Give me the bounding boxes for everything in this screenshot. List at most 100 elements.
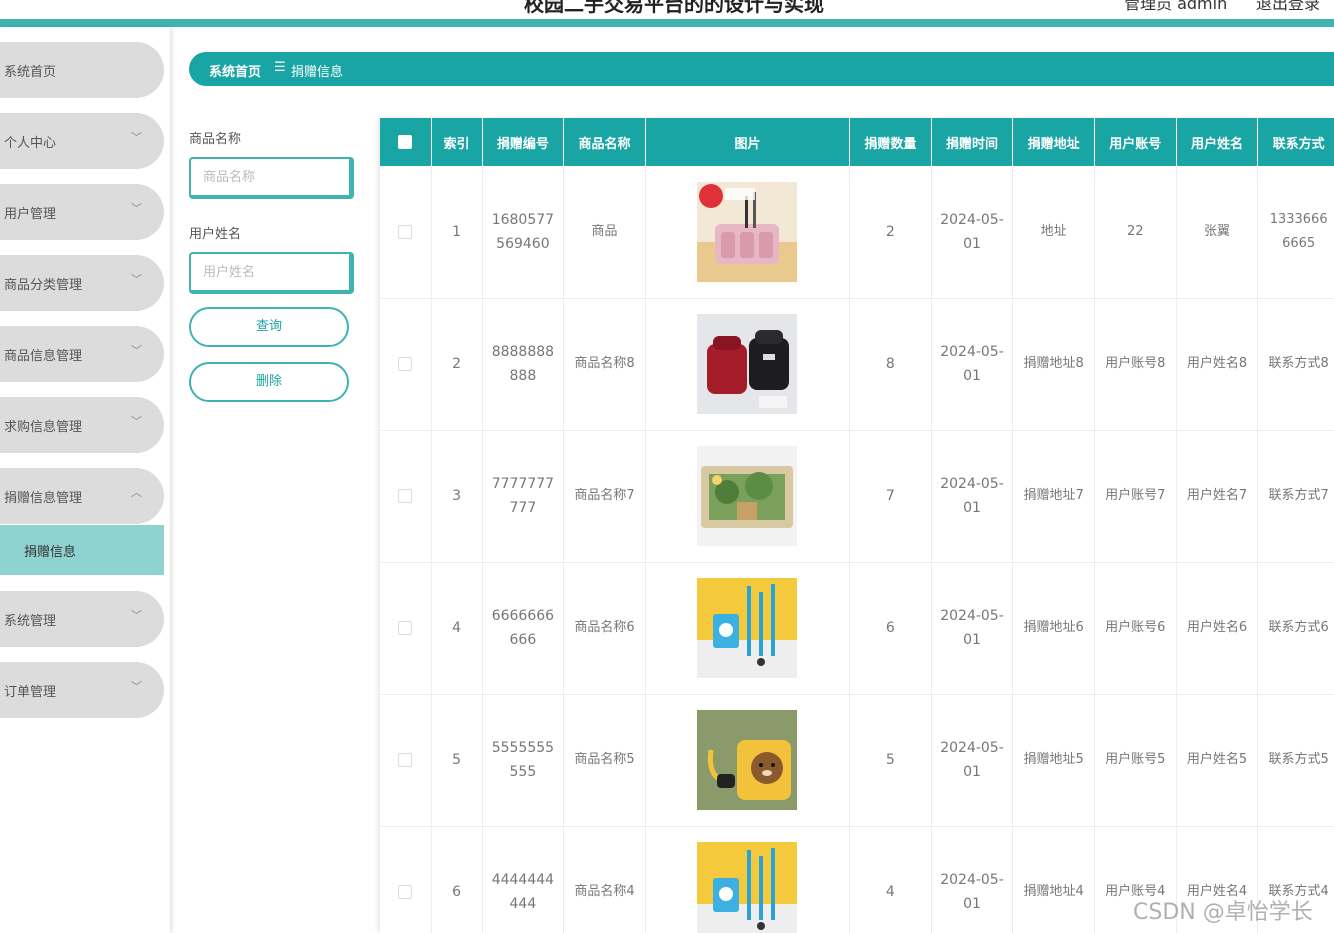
row-checkbox[interactable] <box>380 826 432 933</box>
column-header: 联系方式 <box>1257 118 1334 166</box>
cell-index: 5 <box>431 694 483 827</box>
user-name-label: 用户姓名 <box>189 227 242 242</box>
sidebar-item-home[interactable]: 系统首页 <box>0 42 164 98</box>
cell-product-name: 商品名称8 <box>563 298 646 431</box>
cell-quantity: 4 <box>849 826 932 933</box>
cell-image <box>645 694 851 827</box>
cell-index: 2 <box>431 298 483 431</box>
table-row[interactable]: 4 6666666666 商品名称6 6 2024-05-01 捐赠地址6 用户账号6 用户姓… <box>380 562 1334 695</box>
cell-account: 用户账号6 <box>1094 562 1177 695</box>
cell-product-name: 商品名称7 <box>563 430 646 563</box>
product-thumbnail <box>697 314 798 414</box>
cell-donation-code: 4444444444 <box>482 826 565 933</box>
sidebar-item-donation-management[interactable]: 捐赠信息管理 ︿ <box>0 468 164 524</box>
column-header: 捐赠时间 <box>931 118 1014 166</box>
sidebar-item-order-management[interactable]: 订单管理 ﹀ <box>0 662 164 718</box>
cell-account: 用户账号5 <box>1094 694 1177 827</box>
sidebar-item-label: 订单管理 <box>4 685 57 700</box>
product-name-label: 商品名称 <box>189 132 242 147</box>
row-checkbox[interactable] <box>380 694 432 827</box>
row-checkbox[interactable] <box>380 166 432 299</box>
product-thumbnail <box>697 578 798 678</box>
product-thumbnail <box>697 181 798 282</box>
cell-contact: 联系方式6 <box>1257 562 1334 695</box>
product-thumbnail <box>697 446 798 546</box>
breadcrumb: 系统首页 ☰ 捐赠信息 <box>189 52 1334 86</box>
column-header: 索引 <box>431 118 483 166</box>
sidebar-item-user-management[interactable]: 用户管理 ﹀ <box>0 184 164 240</box>
sidebar-item-label: 系统管理 <box>4 614 57 629</box>
cell-address: 地址 <box>1012 166 1095 299</box>
cell-user-name: 张翼 <box>1176 166 1259 299</box>
cell-image <box>645 298 851 431</box>
sidebar-item-label: 用户管理 <box>4 207 57 222</box>
chevron-down-icon: ﹀ <box>131 415 142 428</box>
cell-donation-code: 6666666666 <box>482 562 565 695</box>
logout-link[interactable]: 退出登录 <box>1256 0 1320 14</box>
cell-index: 3 <box>431 430 483 563</box>
donation-table: 索引 捐赠编号 商品名称 图片 捐赠数量 捐赠时间 捐赠地址 用户账号 用户姓名… <box>380 118 1334 933</box>
sidebar-item-label: 个人中心 <box>4 136 57 151</box>
sidebar-subitem-donation-info[interactable]: 捐赠信息 <box>0 525 164 575</box>
cell-image <box>645 430 851 563</box>
column-header: 图片 <box>645 118 851 166</box>
query-button[interactable]: 查询 <box>189 307 349 347</box>
cell-user-name: 用户姓名7 <box>1176 430 1259 563</box>
sidebar-item-label: 求购信息管理 <box>4 420 83 435</box>
cell-contact: 13336666665 <box>1257 166 1334 299</box>
chevron-down-icon: ﹀ <box>131 609 142 622</box>
column-header: 用户姓名 <box>1176 118 1259 166</box>
user-name-input[interactable] <box>189 252 354 294</box>
row-checkbox[interactable] <box>380 562 432 695</box>
admin-user-label: 管理员 admin <box>1124 0 1228 13</box>
sidebar-item-product-management[interactable]: 商品信息管理 ﹀ <box>0 326 164 382</box>
sidebar-item-label: 商品信息管理 <box>4 349 83 364</box>
cell-product-name: 商品名称5 <box>563 694 646 827</box>
sidebar-item-system-management[interactable]: 系统管理 ﹀ <box>0 591 164 647</box>
table-row[interactable]: 5 5555555555 商品名称5 5 2024-05-01 捐赠地址5 用户账号5 用户姓… <box>380 694 1334 827</box>
table-row[interactable]: 3 7777777777 商品名称7 7 2024-05-01 捐赠地址7 用户账号7 用户姓… <box>380 430 1334 563</box>
sidebar-item-wanted-management[interactable]: 求购信息管理 ﹀ <box>0 397 164 453</box>
cell-address: 捐赠地址6 <box>1012 562 1095 695</box>
table-row[interactable]: 2 8888888888 商品名称8 8 2024-05-01 捐赠地址8 用户账号8 用户姓… <box>380 298 1334 431</box>
cell-user-name: 用户姓名5 <box>1176 694 1259 827</box>
chevron-down-icon: ﹀ <box>131 344 142 357</box>
cell-product-name: 商品 <box>563 166 646 299</box>
product-thumbnail <box>697 710 798 810</box>
column-header: 捐赠数量 <box>849 118 932 166</box>
sidebar-item-category-management[interactable]: 商品分类管理 ﹀ <box>0 255 164 311</box>
breadcrumb-home-link[interactable]: 系统首页 <box>209 61 261 80</box>
table-row[interactable]: 1 1680577569460 商品 2 2024-05-01 地址 22 张翼 1333666… <box>380 166 1334 299</box>
cell-address: 捐赠地址5 <box>1012 694 1095 827</box>
cell-image <box>645 826 851 933</box>
chevron-down-icon: ﹀ <box>131 131 142 144</box>
product-thumbnail <box>697 842 798 933</box>
cell-donation-code: 8888888888 <box>482 298 565 431</box>
cell-account: 用户账号7 <box>1094 430 1177 563</box>
cell-donation-code: 5555555555 <box>482 694 565 827</box>
app-title: 校园二手交易平台的的设计与实现 <box>524 0 824 16</box>
cell-donation-time: 2024-05-01 <box>931 694 1014 827</box>
sidebar-item-personal-center[interactable]: 个人中心 ﹀ <box>0 113 164 169</box>
sidebar-item-label: 捐赠信息管理 <box>4 491 83 506</box>
row-checkbox[interactable] <box>380 298 432 431</box>
cell-index: 6 <box>431 826 483 933</box>
cell-contact: 联系方式8 <box>1257 298 1334 431</box>
product-name-input[interactable] <box>189 157 354 199</box>
cell-address: 捐赠地址8 <box>1012 298 1095 431</box>
row-checkbox[interactable] <box>380 430 432 563</box>
column-header: 捐赠地址 <box>1012 118 1095 166</box>
cell-product-name: 商品名称4 <box>563 826 646 933</box>
sidebar-item-label: 系统首页 <box>4 65 57 80</box>
cell-index: 1 <box>431 166 483 299</box>
delete-button[interactable]: 删除 <box>189 362 349 402</box>
cell-product-name: 商品名称6 <box>563 562 646 695</box>
cell-account: 用户账号8 <box>1094 298 1177 431</box>
cell-donation-code: 7777777777 <box>482 430 565 563</box>
cell-donation-code: 1680577569460 <box>482 166 565 299</box>
cell-quantity: 8 <box>849 298 932 431</box>
cell-quantity: 5 <box>849 694 932 827</box>
column-header: 捐赠编号 <box>482 118 565 166</box>
select-all-checkbox[interactable] <box>380 118 432 166</box>
cell-donation-time: 2024-05-01 <box>931 562 1014 695</box>
